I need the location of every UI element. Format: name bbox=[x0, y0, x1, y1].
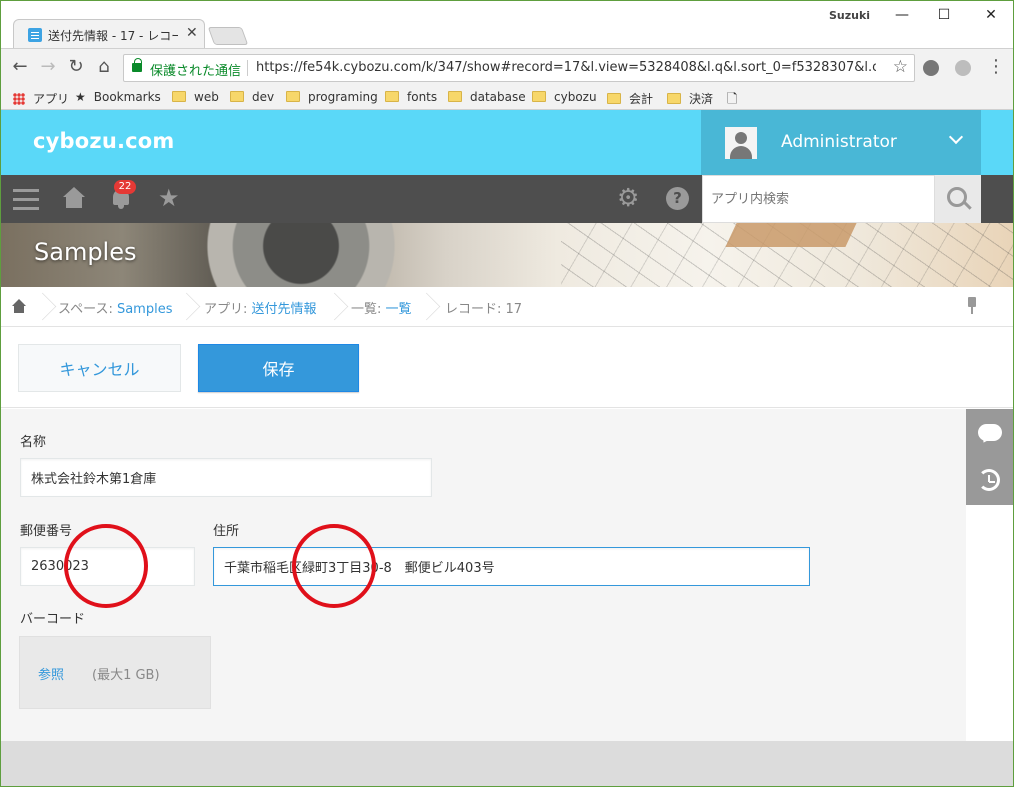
bookmarks-bar: アプリ ★ Bookmarks web dev programing fonts … bbox=[1, 86, 1013, 110]
browser-titlebar: 送付先情報 - 17 - レコード( ✕ Suzuki — ☐ ✕ bbox=[1, 1, 1013, 48]
folder-icon bbox=[385, 91, 399, 102]
breadcrumb-app-link[interactable]: 送付先情報 bbox=[252, 302, 317, 317]
side-panel-toggles bbox=[966, 409, 1013, 505]
settings-gear-icon[interactable]: ⚙ bbox=[617, 185, 639, 211]
banner-cardboard-image bbox=[725, 223, 857, 247]
browse-file-link[interactable]: 参照 bbox=[38, 664, 64, 683]
forward-icon[interactable]: → bbox=[37, 57, 59, 77]
browser-toolbar: ← → ↻ ⌂ 保護された通信 https://fe54k.cybozu.com… bbox=[1, 48, 1013, 86]
breadcrumb-home-icon[interactable] bbox=[12, 299, 26, 313]
kintone-app-icon bbox=[28, 28, 42, 42]
chevron-down-icon bbox=[948, 129, 964, 145]
pin-icon[interactable] bbox=[967, 297, 977, 315]
breadcrumb-space-link[interactable]: Samples bbox=[117, 302, 173, 317]
folder-icon bbox=[230, 91, 244, 102]
bookmark-accounting[interactable]: 会計 bbox=[607, 90, 653, 107]
address-bar[interactable]: 保護された通信 https://fe54k.cybozu.com/k/347/s… bbox=[123, 54, 915, 82]
bookmark-bookmarks[interactable]: ★ Bookmarks bbox=[75, 90, 161, 104]
record-action-bar: キャンセル 保存 bbox=[1, 328, 1013, 408]
annotation-circle-zip bbox=[64, 524, 148, 608]
folder-icon bbox=[607, 93, 621, 104]
bookmark-star-icon[interactable]: ☆ bbox=[893, 57, 908, 77]
space-banner bbox=[1, 223, 1013, 287]
secure-connection-label[interactable]: 保護された通信 bbox=[150, 60, 241, 79]
extension-icon-2[interactable] bbox=[955, 60, 971, 76]
breadcrumb-record: レコード: 17 bbox=[445, 302, 523, 317]
breadcrumb: スペース: Samples アプリ: 送付先情報 一覧: 一覧 レコード: 17 bbox=[1, 287, 1013, 327]
breadcrumb-app: アプリ: 送付先情報 bbox=[204, 302, 317, 317]
user-menu[interactable]: Administrator bbox=[701, 110, 981, 175]
bookmark-dev[interactable]: dev bbox=[230, 90, 274, 104]
bookmark-web[interactable]: web bbox=[172, 90, 219, 104]
name-label: 名称 bbox=[20, 435, 47, 450]
file-upload-box: 参照 (最大1 GB) bbox=[19, 636, 211, 709]
extension-icon[interactable] bbox=[923, 60, 939, 76]
breadcrumb-separator bbox=[421, 287, 435, 327]
tab-close-icon[interactable]: ✕ bbox=[186, 25, 198, 41]
cancel-button[interactable]: キャンセル bbox=[18, 344, 181, 392]
profile-name[interactable]: Suzuki bbox=[829, 9, 870, 22]
browser-tab[interactable]: 送付先情報 - 17 - レコード( ✕ bbox=[13, 19, 205, 48]
hamburger-menu-icon[interactable] bbox=[13, 189, 39, 192]
footer-strip bbox=[1, 741, 1013, 786]
bookmark-payment[interactable]: 決済 bbox=[667, 90, 713, 107]
search-icon[interactable] bbox=[935, 175, 981, 223]
bookmark-apps[interactable]: アプリ bbox=[13, 90, 69, 107]
back-icon[interactable]: ← bbox=[9, 57, 31, 77]
portal-home-icon[interactable] bbox=[63, 187, 85, 209]
bookmark-programing[interactable]: programing bbox=[286, 90, 378, 104]
history-icon[interactable] bbox=[978, 469, 1000, 491]
breadcrumb-view-link[interactable]: 一覧 bbox=[386, 302, 412, 317]
favorites-star-icon[interactable]: ★ bbox=[158, 185, 180, 211]
bookmark-fonts[interactable]: fonts bbox=[385, 90, 437, 104]
help-icon[interactable]: ? bbox=[666, 187, 689, 210]
address-label: 住所 bbox=[213, 524, 240, 539]
annotation-circle-address bbox=[292, 524, 376, 608]
banner-gear-image bbox=[151, 223, 451, 287]
space-title: Samples bbox=[34, 238, 137, 266]
folder-icon bbox=[667, 93, 681, 104]
notification-badge: 22 bbox=[114, 180, 136, 194]
page-icon[interactable]: 🗋 bbox=[727, 90, 737, 112]
app-search-input[interactable] bbox=[702, 175, 935, 223]
url-separator bbox=[247, 60, 248, 76]
avatar bbox=[725, 127, 757, 159]
barcode-label: バーコード bbox=[20, 612, 86, 627]
zip-label: 郵便番号 bbox=[20, 524, 73, 539]
breadcrumb-separator bbox=[181, 287, 195, 327]
breadcrumb-separator bbox=[329, 287, 343, 327]
home-icon[interactable]: ⌂ bbox=[93, 57, 115, 77]
maximize-icon[interactable]: ☐ bbox=[929, 5, 959, 25]
comment-icon[interactable] bbox=[978, 424, 1002, 441]
menu-icon[interactable]: ⋮ bbox=[985, 57, 1007, 77]
breadcrumb-space: スペース: Samples bbox=[58, 302, 173, 317]
browser-window: 送付先情報 - 17 - レコード( ✕ Suzuki — ☐ ✕ ← → ↻ … bbox=[0, 0, 1014, 787]
folder-icon bbox=[532, 91, 546, 102]
cybozu-logo[interactable]: cybozu.com bbox=[33, 129, 175, 153]
folder-icon bbox=[286, 91, 300, 102]
cybozu-header: cybozu.com Administrator bbox=[1, 110, 1013, 175]
new-tab-button[interactable] bbox=[207, 27, 249, 45]
tab-title: 送付先情報 - 17 - レコード( bbox=[48, 29, 178, 43]
breadcrumb-separator bbox=[37, 287, 51, 327]
save-button[interactable]: 保存 bbox=[198, 344, 359, 392]
user-name: Administrator bbox=[781, 132, 897, 152]
bookmark-cybozu[interactable]: cybozu bbox=[532, 90, 597, 104]
breadcrumb-view: 一覧: 一覧 bbox=[351, 302, 412, 317]
close-window-icon[interactable]: ✕ bbox=[976, 5, 1006, 25]
star-icon: ★ bbox=[75, 90, 86, 104]
lock-icon bbox=[132, 58, 142, 72]
bookmark-database[interactable]: database bbox=[448, 90, 526, 104]
max-size-label: (最大1 GB) bbox=[92, 668, 160, 683]
folder-icon bbox=[172, 91, 186, 102]
name-field[interactable] bbox=[20, 458, 432, 497]
minimize-icon[interactable]: — bbox=[887, 5, 917, 25]
url-text[interactable]: https://fe54k.cybozu.com/k/347/show#reco… bbox=[256, 60, 876, 75]
reload-icon[interactable]: ↻ bbox=[65, 57, 87, 77]
apps-grid-icon bbox=[13, 93, 25, 105]
folder-icon bbox=[448, 91, 462, 102]
